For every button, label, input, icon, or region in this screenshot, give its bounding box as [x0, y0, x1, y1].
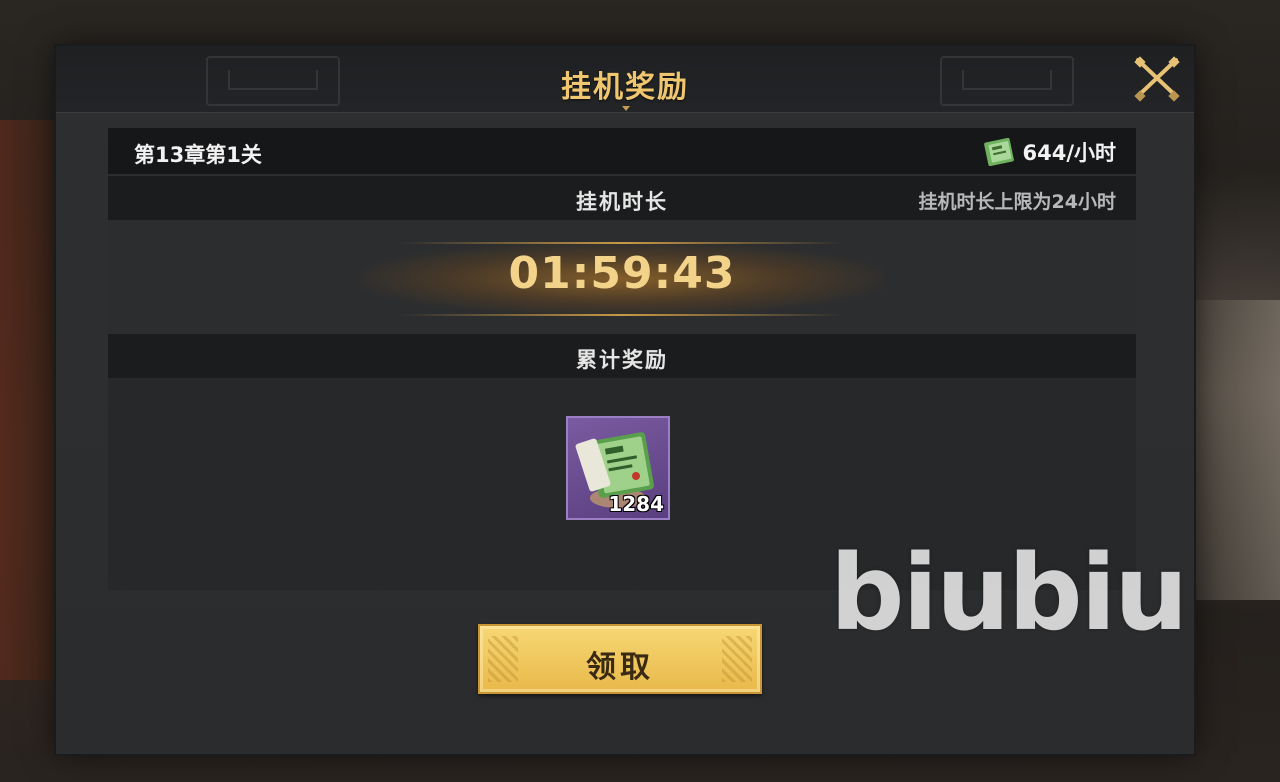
duration-display: 01:59:43 [108, 220, 1136, 346]
crossed-swords-close-icon [1134, 56, 1180, 102]
dialog-header: 挂机奖励 [56, 46, 1194, 113]
rate-label: 644/小时 [1022, 141, 1116, 165]
reward-rate: 644/小时 [980, 134, 1116, 170]
reward-section-bar: 累计奖励 [108, 334, 1136, 378]
green-book-icon [984, 137, 1015, 167]
reward-title: 累计奖励 [576, 348, 668, 372]
stage-label: 第13章第1关 [134, 143, 262, 167]
dialog-title: 挂机奖励 [561, 70, 689, 105]
close-button[interactable] [1132, 56, 1182, 102]
stage-info-row: 第13章第1关 644/小时 [108, 128, 1136, 174]
idle-timer: 01:59:43 [508, 248, 736, 299]
reward-item-count: 1284 [608, 492, 664, 516]
timer-band: 01:59:43 [360, 242, 884, 346]
background-right [1190, 300, 1280, 600]
duration-section-bar: 挂机时长 挂机时长上限为24小时 [108, 176, 1136, 220]
claim-button[interactable]: 领取 [478, 624, 762, 694]
claim-button-label: 领取 [586, 650, 654, 685]
duration-limit-note: 挂机时长上限为24小时 [918, 191, 1116, 213]
background-left [0, 120, 60, 680]
watermark-text: biubiu [830, 532, 1188, 654]
reward-item[interactable]: 1284 [566, 416, 670, 520]
title-marker [622, 106, 630, 111]
